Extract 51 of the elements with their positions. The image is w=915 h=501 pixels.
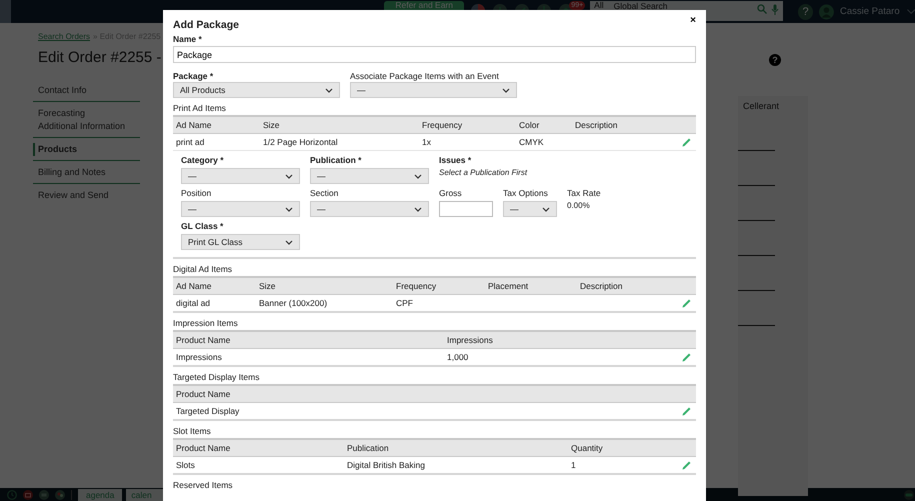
table-cell-text: print ad	[175, 137, 206, 147]
column-header: Ad Name	[175, 120, 212, 130]
column-header: Frequency	[421, 120, 464, 130]
column-header: Product Name	[175, 335, 232, 345]
table-cell-text: digital ad	[175, 298, 212, 308]
page-title: Edit Order #2255 -	[38, 49, 162, 68]
hint-text: Select a Publication First	[439, 168, 528, 177]
field-label: Section	[310, 188, 340, 199]
field-label: Issues *	[439, 155, 472, 166]
field-label: Category *	[181, 155, 225, 166]
column-header: Product Name	[175, 389, 232, 399]
table-cell-text: 1,000	[446, 352, 470, 362]
table-cell-text: Impressions	[175, 352, 223, 362]
table-cell-text: CPF	[395, 298, 414, 308]
field-label: Package *	[173, 71, 214, 82]
column-header: Size	[262, 120, 281, 130]
field-label: Gross	[439, 188, 463, 199]
column-header: Ad Name	[175, 281, 212, 291]
field-label: Associate Package Items with an Event	[350, 71, 500, 82]
column-header: Publication	[346, 443, 390, 453]
section-title: Slot Items	[173, 426, 212, 436]
section-title: Targeted Display Items	[173, 372, 260, 382]
table-cell-text: Digital British Baking	[346, 460, 426, 470]
field-label: Tax Rate	[567, 188, 601, 199]
section-title: Digital Ad Items	[173, 264, 234, 274]
dialog-title: Add Package	[173, 19, 239, 31]
section-title: Print Ad Items	[173, 103, 227, 113]
section-title: Reserved Items	[173, 480, 234, 490]
table-cell-text: Banner (100x200)	[258, 298, 328, 308]
table-cell-text: 1/2 Page Horizontal	[262, 137, 339, 147]
column-header: Quantity	[570, 443, 604, 453]
column-header: Frequency	[395, 281, 438, 291]
section-title: Impression Items	[173, 318, 239, 328]
column-header: Color	[518, 120, 540, 130]
field-label: GL Class *	[181, 221, 224, 232]
field-label: Tax Options	[503, 188, 549, 199]
table-cell-text: CMYK	[518, 137, 545, 147]
table-cell-text: Targeted Display	[175, 406, 240, 416]
table-cell-text: Slots	[175, 460, 196, 470]
column-header: Description	[579, 281, 624, 291]
tax-rate-value: 0.00%	[567, 201, 591, 210]
column-header: Description	[574, 120, 619, 130]
table-cell-text: 1	[570, 460, 577, 470]
column-header: Placement	[487, 281, 530, 291]
column-header: Product Name	[175, 443, 232, 453]
column-header: Impressions	[446, 335, 494, 345]
table-cell-text: 1x	[421, 137, 432, 147]
column-header: Size	[258, 281, 277, 291]
field-label: Position	[181, 188, 212, 199]
field-label: Name *	[173, 34, 203, 45]
field-label: Publication *	[310, 155, 362, 166]
